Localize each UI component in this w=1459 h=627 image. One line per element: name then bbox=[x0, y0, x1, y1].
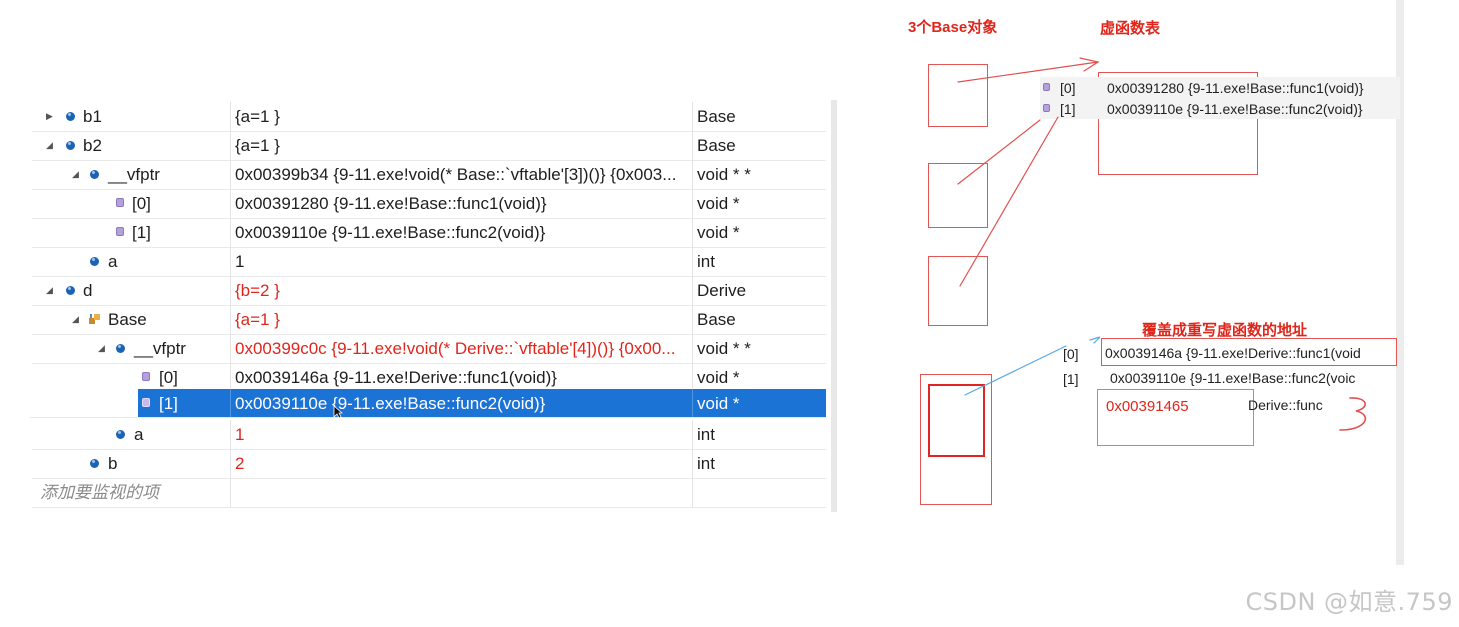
watermark: CSDN @如意.759 bbox=[1245, 588, 1453, 616]
arrow-object3-to-vtable bbox=[959, 116, 1059, 287]
arrow-head-blue bbox=[1089, 336, 1101, 344]
arrow-object1-to-vtable bbox=[957, 61, 1099, 83]
arrow-derive-to-vtable bbox=[964, 345, 1067, 396]
diagram-arrows bbox=[957, 57, 1367, 431]
handwritten-3-mark bbox=[1339, 397, 1367, 431]
arrow-object2-to-vtable bbox=[957, 119, 1041, 185]
